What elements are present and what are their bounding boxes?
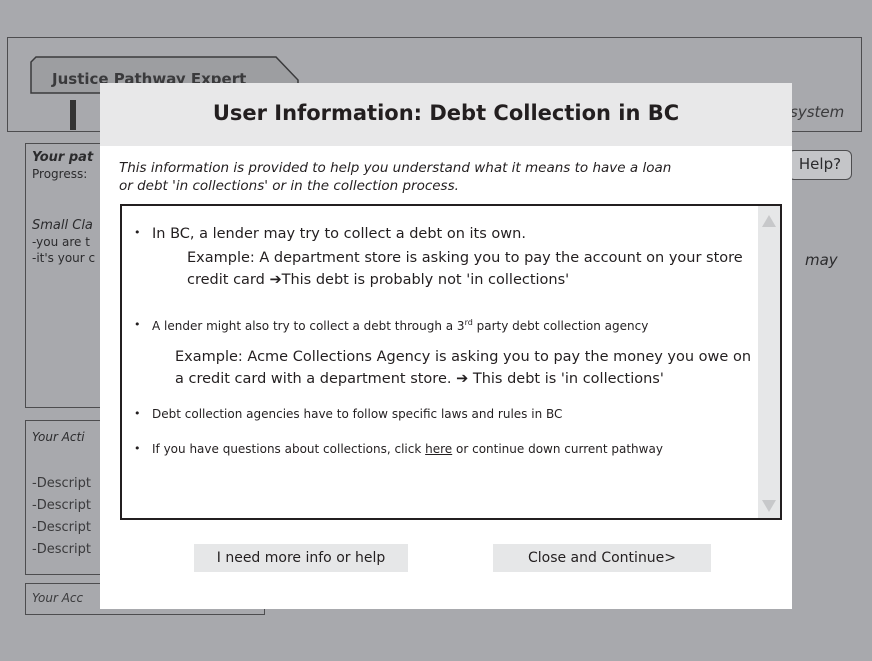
scroll-down-arrow-icon[interactable] — [762, 500, 776, 512]
intro-line: This information is provided to help you… — [119, 160, 672, 176]
account-title: Your Acc — [32, 591, 84, 605]
small-claims-label: Small Cla — [32, 218, 93, 233]
info-scroll-box[interactable]: In BC, a lender may try to collect a deb… — [120, 204, 782, 520]
example-line: a credit card with a department store. ➔… — [175, 371, 664, 387]
actions-title: Your Acti — [32, 430, 85, 444]
example-line: credit card ➔This debt is probably not '… — [187, 272, 570, 288]
example-line: Example: Acme Collections Agency is aski… — [175, 349, 752, 365]
bullet-text: In BC, a lender may try to collect a deb… — [152, 226, 526, 242]
example-block: Example: Acme Collections Agency is aski… — [175, 346, 751, 390]
more-info-button[interactable]: I need more info or help — [194, 544, 408, 572]
bullet-text: Debt collection agencies have to follow … — [152, 407, 563, 421]
path-line: -you are t — [32, 235, 90, 249]
tab-stem — [70, 100, 76, 130]
intro-line: or debt 'in collections' or in the colle… — [119, 178, 459, 194]
header-right-text: system — [790, 103, 845, 121]
action-item[interactable]: -Descript — [32, 542, 91, 557]
path-line: -it's your c — [32, 251, 96, 265]
scrollbar[interactable] — [758, 206, 780, 518]
scroll-up-arrow-icon[interactable] — [762, 215, 776, 227]
progress-label: Progress: — [32, 167, 88, 181]
action-item[interactable]: -Descript — [32, 520, 91, 535]
close-continue-button[interactable]: Close and Continue> — [493, 544, 711, 572]
action-item[interactable]: -Descript — [32, 476, 91, 491]
collections-link[interactable]: here — [425, 442, 452, 456]
right-text: may — [805, 251, 838, 269]
modal-intro: This information is provided to help you… — [119, 159, 759, 195]
info-modal: User Information: Debt Collection in BC … — [100, 83, 792, 609]
bullet-text: A lender might also try to collect a deb… — [152, 318, 649, 333]
example-block: Example: A department store is asking yo… — [187, 247, 743, 291]
modal-title: User Information: Debt Collection in BC — [212, 101, 680, 125]
example-line: Example: A department store is asking yo… — [187, 250, 743, 266]
path-title: Your pat — [32, 150, 94, 165]
bullet-text: If you have questions about collections,… — [152, 442, 663, 456]
modal-header: User Information: Debt Collection in BC — [100, 83, 792, 146]
action-item[interactable]: -Descript — [32, 498, 91, 513]
help-button[interactable]: Help? — [788, 150, 852, 180]
